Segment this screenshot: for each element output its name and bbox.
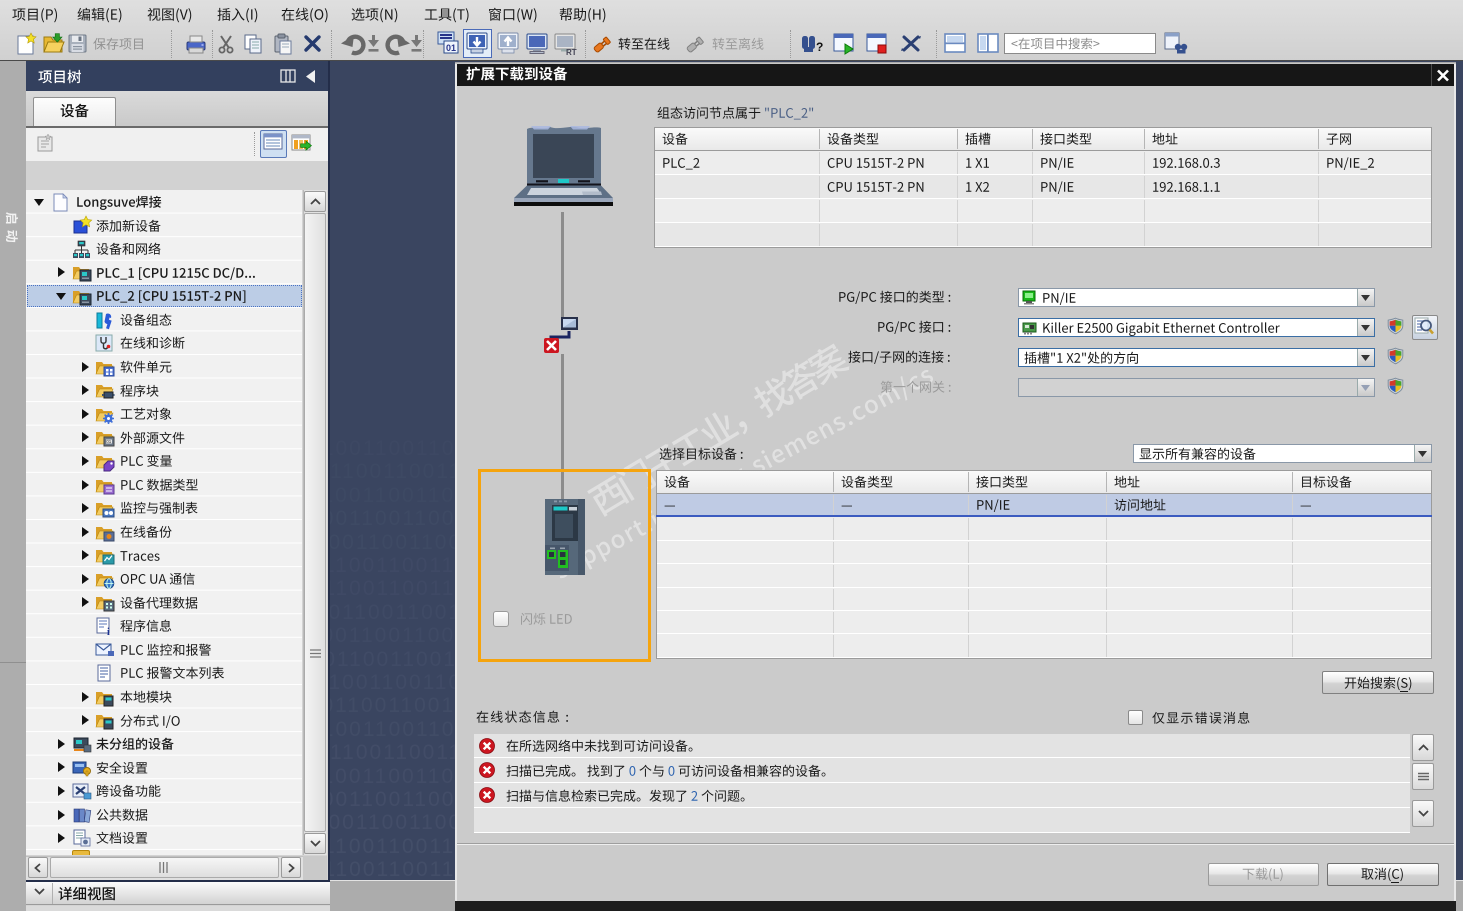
svg-text:i: i (107, 627, 110, 638)
svg-text:01: 01 (106, 440, 112, 445)
svg-text:?: ? (816, 40, 823, 54)
svg-text:RT: RT (566, 48, 577, 57)
svg-text:01: 01 (446, 43, 456, 53)
